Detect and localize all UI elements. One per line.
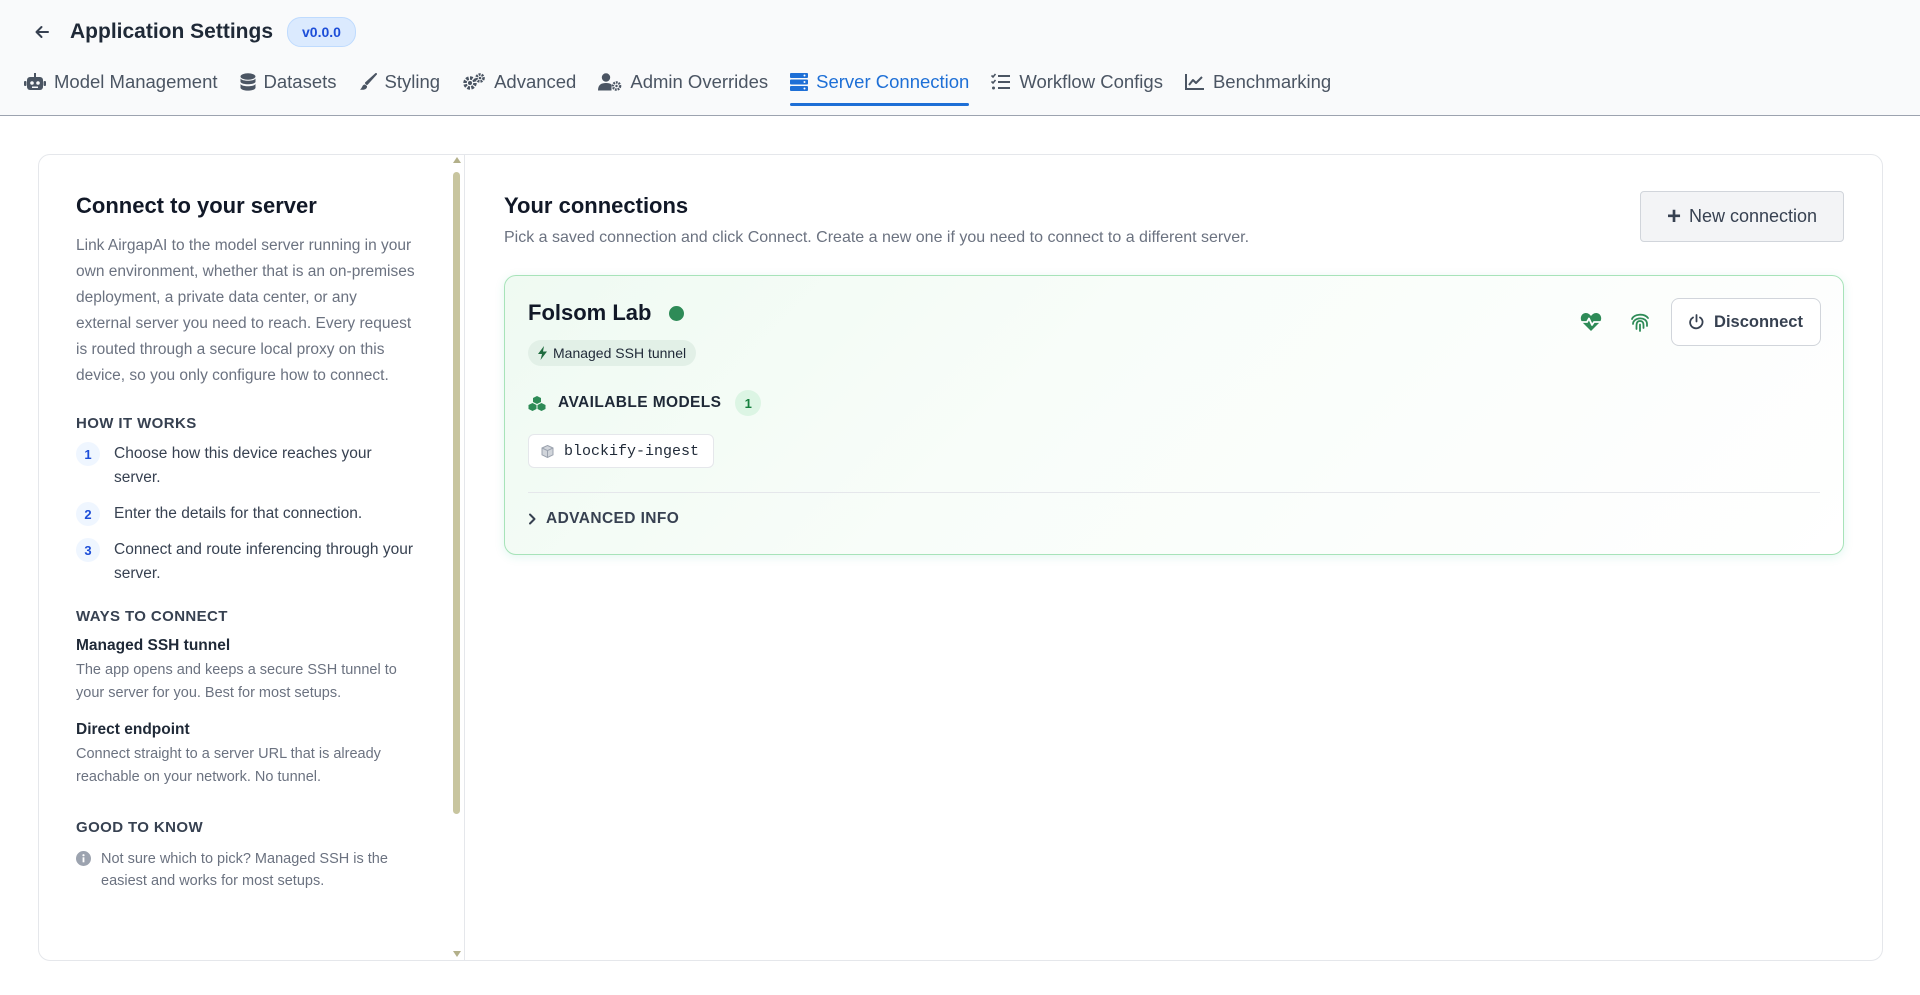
step-text: Choose how this device reaches your serv… (114, 445, 372, 486)
title-bar: Application Settings v0.0.0 (30, 14, 356, 50)
tab-server-connection[interactable]: Server Connection (790, 68, 970, 106)
robot-icon (24, 73, 46, 90)
chevron-right-icon (529, 513, 536, 525)
connections-section: Your connections Pick a saved connection… (504, 191, 1844, 555)
good-to-know-heading: GOOD TO KNOW (76, 819, 204, 836)
tab-label: Model Management (54, 71, 218, 92)
tab-workflow-configs[interactable]: Workflow Configs (991, 68, 1163, 96)
models-label: AVAILABLE MODELS (558, 394, 722, 411)
connection-actions: Disconnect (1573, 298, 1821, 346)
sidebar-scrollbar[interactable] (453, 172, 460, 814)
database-icon (240, 72, 256, 91)
fingerprint-icon (1631, 313, 1649, 332)
tab-advanced[interactable]: Advanced (462, 68, 576, 96)
step-text: Enter the details for that connection. (114, 505, 363, 522)
way-title: Direct endpoint (76, 721, 190, 738)
chart-line-icon (1184, 74, 1204, 90)
scroll-up-arrow[interactable] (453, 157, 461, 163)
advanced-info-label: ADVANCED INFO (546, 510, 680, 527)
tab-admin-overrides[interactable]: Admin Overrides (598, 68, 768, 96)
user-gear-icon (598, 73, 622, 91)
help-content: Connect to your server Link AirgapAI to … (76, 193, 416, 892)
sidebar-description: Link AirgapAI to the model server runnin… (76, 237, 415, 384)
how-it-works-heading: HOW IT WORKS (76, 415, 197, 432)
advanced-info-toggle[interactable]: ADVANCED INFO (528, 510, 679, 528)
list-item: 2 Enter the details for that connection. (76, 502, 416, 526)
step-number: 2 (76, 502, 100, 526)
divider (464, 155, 465, 960)
model-chip: blockify-ingest (528, 434, 715, 468)
tab-label: Datasets (263, 71, 337, 92)
new-connection-button[interactable]: + New connection (1640, 191, 1844, 242)
tab-datasets[interactable]: Datasets (240, 68, 337, 96)
way-title: Managed SSH tunnel (76, 637, 231, 654)
tab-label: Advanced (494, 71, 577, 92)
ways-to-connect-heading: WAYS TO CONNECT (76, 608, 228, 625)
new-connection-label: New connection (1688, 206, 1818, 226)
list-item: 3 Connect and route inferencing through … (76, 538, 416, 586)
tab-label: Workflow Configs (1019, 71, 1163, 92)
server-connection-panel: Connect to your server Link AirgapAI to … (38, 154, 1883, 961)
settings-tabs: Model Management Datasets Styling Advanc… (24, 68, 1353, 108)
scroll-down-arrow[interactable] (453, 951, 461, 957)
connection-type-badge: Managed SSH tunnel (528, 340, 697, 366)
tab-model-management[interactable]: Model Management (24, 68, 218, 96)
brush-icon (359, 73, 377, 90)
tip-text: Not sure which to pick? Managed SSH is t… (101, 851, 388, 889)
page-title: Application Settings (70, 20, 274, 43)
models-count-badge: 1 (735, 390, 762, 416)
connection-card: Folsom Lab Managed SSH tunnel AVAILABLE … (504, 275, 1844, 555)
way-direct-endpoint: Direct endpoint Connect straight to a se… (76, 721, 416, 789)
status-indicator (669, 305, 685, 321)
divider (528, 492, 1820, 493)
arrow-left-icon (35, 26, 49, 38)
gears-icon (463, 73, 485, 90)
disconnect-button[interactable]: Disconnect (1671, 298, 1821, 346)
step-number: 3 (76, 538, 100, 562)
bolt-icon (538, 346, 547, 360)
list-item: 1 Choose how this device reaches your se… (76, 442, 416, 490)
tab-label: Server Connection (816, 71, 970, 92)
server-icon (790, 73, 809, 91)
steps-list: 1 Choose how this device reaches your se… (76, 442, 416, 586)
disconnect-label: Disconnect (1714, 312, 1803, 331)
power-icon (1689, 314, 1704, 330)
cubes-icon (528, 395, 546, 411)
heart-pulse-icon (1580, 312, 1602, 331)
step-text: Connect and route inferencing through yo… (114, 541, 414, 582)
tab-styling[interactable]: Styling (359, 68, 441, 96)
step-number: 1 (76, 442, 100, 466)
tab-label: Benchmarking (1212, 71, 1332, 92)
tab-benchmarking[interactable]: Benchmarking (1184, 68, 1332, 96)
tip: Not sure which to pick? Managed SSH is t… (76, 848, 416, 892)
list-check-icon (991, 73, 1011, 90)
way-managed-ssh: Managed SSH tunnel The app opens and kee… (76, 637, 416, 705)
model-name: blockify-ingest (564, 442, 700, 460)
way-description: The app opens and keeps a secure SSH tun… (76, 662, 397, 701)
tab-label: Styling (384, 71, 441, 92)
cube-icon (541, 444, 554, 458)
sidebar-title: Connect to your server (76, 193, 317, 218)
fingerprint-button[interactable] (1622, 304, 1658, 340)
back-button[interactable] (30, 20, 54, 44)
tab-label: Admin Overrides (630, 71, 769, 92)
settings-header: Application Settings v0.0.0 Model Manage… (0, 0, 1920, 116)
available-models-header: AVAILABLE MODELS 1 (528, 390, 762, 416)
version-badge: v0.0.0 (287, 17, 356, 47)
info-circle-icon (76, 851, 91, 866)
connection-type-label: Managed SSH tunnel (553, 345, 687, 361)
plus-icon: + (1666, 202, 1681, 230)
way-description: Connect straight to a server URL that is… (76, 746, 381, 785)
health-check-button[interactable] (1573, 304, 1609, 340)
help-sidebar: Connect to your server Link AirgapAI to … (39, 155, 464, 960)
connection-name-row: Folsom Lab (528, 300, 685, 326)
connection-name: Folsom Lab (528, 300, 652, 325)
